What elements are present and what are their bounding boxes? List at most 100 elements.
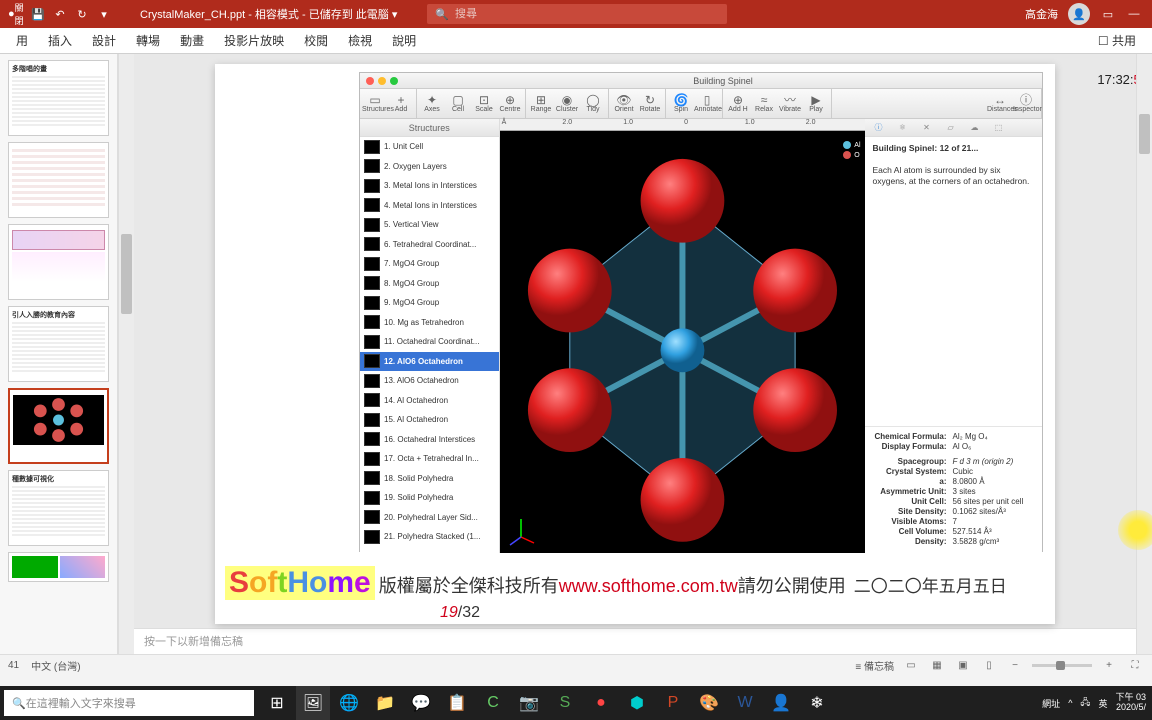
annotate-button[interactable]: ▯Annotate: [694, 94, 720, 113]
structure-item[interactable]: 15. Al Octahedron: [360, 410, 499, 430]
normal-view-icon[interactable]: ▭: [902, 658, 920, 674]
centre-button[interactable]: ⊕Centre: [497, 94, 523, 113]
range-button[interactable]: ⊞Range: [528, 94, 554, 113]
inspector-button[interactable]: ⓘInspector: [1013, 94, 1039, 113]
poly-tab-icon[interactable]: ▱: [943, 121, 959, 135]
structure-item[interactable]: 7. MgO4 Group: [360, 254, 499, 274]
structure-item[interactable]: 13. AlO6 Octahedron: [360, 371, 499, 391]
atoms-tab-icon[interactable]: ⚛: [895, 121, 911, 135]
redo-icon[interactable]: ↻: [74, 6, 90, 22]
minimize-icon[interactable]: —: [1126, 6, 1142, 22]
slideshow-view-icon[interactable]: ▯: [980, 658, 998, 674]
structure-item[interactable]: 19. Solid Polyhedra: [360, 488, 499, 508]
word-icon[interactable]: W: [728, 686, 762, 720]
zoom-in-icon[interactable]: +: [1100, 658, 1118, 674]
cluster-button[interactable]: ◉Cluster: [554, 94, 580, 113]
structure-item[interactable]: 12. AlO6 Octahedron: [360, 352, 499, 372]
distances-button[interactable]: ↔Distances: [987, 94, 1013, 113]
app-icon[interactable]: 📋: [440, 686, 474, 720]
structure-item[interactable]: 8. MgO4 Group: [360, 274, 499, 294]
thumbnail-scrollbar[interactable]: [118, 54, 134, 654]
search-box[interactable]: 🔍: [427, 4, 727, 24]
structure-item[interactable]: 2. Oxygen Layers: [360, 157, 499, 177]
app-icon[interactable]: C: [476, 686, 510, 720]
thumbnail[interactable]: [8, 224, 109, 300]
save-icon[interactable]: 💾: [30, 6, 46, 22]
bonds-tab-icon[interactable]: ✕: [919, 121, 935, 135]
tidy-button[interactable]: ◯Tidy: [580, 94, 606, 113]
structure-item[interactable]: 5. Vertical View: [360, 215, 499, 235]
scale-button[interactable]: ⊡Scale: [471, 94, 497, 113]
structure-item[interactable]: 3. Metal Ions in Interstices: [360, 176, 499, 196]
powerpoint-icon[interactable]: P: [656, 686, 690, 720]
cell-button[interactable]: ▢Cell: [445, 94, 471, 113]
tab-view[interactable]: 檢視: [338, 28, 382, 53]
structure-item[interactable]: 4. Metal Ions in Interstices: [360, 196, 499, 216]
tab-file[interactable]: 用: [6, 28, 38, 53]
explorer-icon[interactable]: 📁: [368, 686, 402, 720]
tray-up-icon[interactable]: ^: [1068, 698, 1072, 708]
sorter-view-icon[interactable]: ▦: [928, 658, 946, 674]
thumbnail[interactable]: 引人入勝的教育內容: [8, 306, 109, 382]
structure-item[interactable]: 21. Polyhedra Stacked (1...: [360, 527, 499, 547]
render-tab-icon[interactable]: ☁: [967, 121, 983, 135]
addh-button[interactable]: ⊕Add H: [725, 94, 751, 113]
slide-scrollbar[interactable]: [1136, 54, 1152, 654]
zoom-out-icon[interactable]: −: [1006, 658, 1024, 674]
ribbon-mode-icon[interactable]: ▭: [1100, 6, 1116, 22]
axes-button[interactable]: ✦Axes: [419, 94, 445, 113]
orient-button[interactable]: 👁Orient: [611, 94, 637, 113]
maximize-icon[interactable]: [390, 77, 398, 85]
share-button[interactable]: ☐ 共用: [1088, 32, 1146, 49]
taskbar-search[interactable]: 🔍 在這裡輸入文字來搜尋: [4, 690, 254, 716]
thumbnail[interactable]: 多階唱的畫: [8, 60, 109, 136]
play-button[interactable]: ▶Play: [803, 94, 829, 113]
tab-help[interactable]: 說明: [382, 28, 426, 53]
tray-ime-icon[interactable]: 英: [1098, 697, 1107, 710]
taskbar-clock[interactable]: 下午 032020/5/: [1115, 693, 1146, 713]
app-icon[interactable]: ❄: [800, 686, 834, 720]
select-tab-icon[interactable]: ⬚: [991, 121, 1007, 135]
thumbnail-active[interactable]: [8, 388, 109, 464]
zoom-slider[interactable]: [1032, 664, 1092, 667]
notes-pane[interactable]: 按一下以新增備忘稿: [134, 628, 1136, 654]
reading-view-icon[interactable]: ▣: [954, 658, 972, 674]
app-icon[interactable]: 🎨: [692, 686, 726, 720]
close-icon[interactable]: [366, 77, 374, 85]
structure-item[interactable]: 14. Al Octahedron: [360, 391, 499, 411]
structure-item[interactable]: 20. Polyhedral Layer Sid...: [360, 508, 499, 528]
chrome-icon[interactable]: 🌐: [332, 686, 366, 720]
minimize-icon[interactable]: [378, 77, 386, 85]
thumbnail[interactable]: [8, 142, 109, 218]
thumbnail-panel[interactable]: 多階唱的畫 引人入勝的教育內容 種數據可視化: [0, 54, 118, 654]
app-icon[interactable]: ⬢: [620, 686, 654, 720]
tab-animations[interactable]: 動畫: [170, 28, 214, 53]
tray-net-icon[interactable]: 🖧: [1080, 695, 1090, 711]
tab-insert[interactable]: 插入: [38, 28, 82, 53]
present-icon[interactable]: ▾: [96, 6, 112, 22]
tab-design[interactable]: 設計: [82, 28, 126, 53]
relax-button[interactable]: ≈Relax: [751, 94, 777, 113]
structure-item[interactable]: 6. Tetrahedral Coordinat...: [360, 235, 499, 255]
structure-item[interactable]: 10. Mg as Tetrahedron: [360, 313, 499, 333]
fit-icon[interactable]: ⛶: [1126, 658, 1144, 674]
structures-button[interactable]: ▭Structures: [362, 94, 388, 113]
spin-button[interactable]: 🌀Spin: [668, 94, 694, 113]
slide-canvas[interactable]: Building Spinel ▭Structures+Add ✦Axes▢Ce…: [215, 64, 1055, 624]
structure-item[interactable]: 17. Octa + Tetrahedral In...: [360, 449, 499, 469]
snagit-icon[interactable]: S: [548, 686, 582, 720]
notes-button[interactable]: ≡ 備忘稿: [855, 658, 894, 673]
molecule-viewport[interactable]: Å2.01.001.02.0 Al O: [500, 119, 865, 553]
line-icon[interactable]: 💬: [404, 686, 438, 720]
structure-item[interactable]: 16. Octahedral Interstices: [360, 430, 499, 450]
info-tab-icon[interactable]: ⓘ: [871, 121, 887, 135]
app-icon[interactable]: 📷: [512, 686, 546, 720]
autosave-toggle[interactable]: ●關閉: [8, 6, 24, 22]
structure-item[interactable]: 11. Octahedral Coordinat...: [360, 332, 499, 352]
tab-review[interactable]: 校閱: [294, 28, 338, 53]
taskview-icon[interactable]: ⊞: [260, 686, 294, 720]
app-icon[interactable]: 👤: [764, 686, 798, 720]
tab-transitions[interactable]: 轉場: [126, 28, 170, 53]
thumbnail[interactable]: 種數據可視化: [8, 470, 109, 546]
tab-slideshow[interactable]: 投影片放映: [214, 28, 294, 53]
